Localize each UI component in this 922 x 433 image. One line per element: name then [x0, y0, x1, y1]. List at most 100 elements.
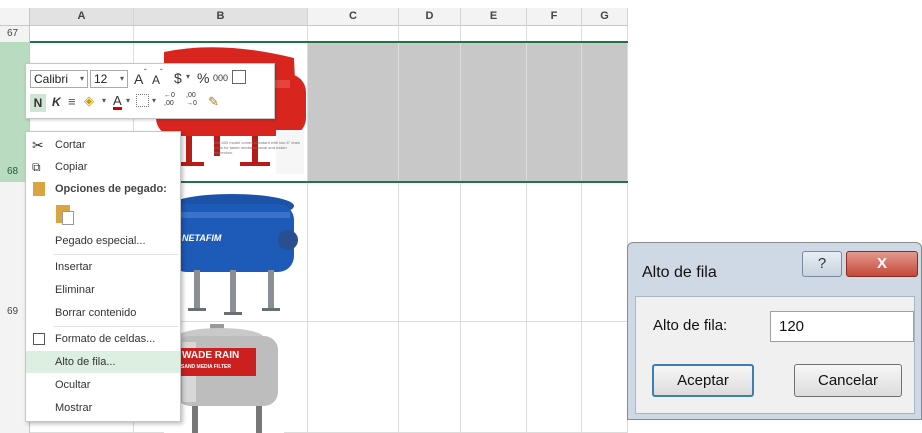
menu-item-paste-options-label: Opciones de pegado:: [55, 183, 167, 195]
paste-option-button[interactable]: [26, 202, 180, 232]
cell[interactable]: [527, 26, 582, 42]
cell-d68[interactable]: [399, 42, 461, 182]
cell[interactable]: [30, 26, 134, 42]
chevron-down-icon: ▾: [79, 74, 84, 83]
font-size-box[interactable]: 12 ▾: [90, 70, 128, 88]
cell-c70[interactable]: [308, 322, 399, 433]
column-header-f[interactable]: F: [527, 8, 582, 26]
menu-item-format-cells[interactable]: Formato de celdas...: [26, 328, 180, 350]
cell[interactable]: [399, 26, 461, 42]
cell-g70[interactable]: [582, 322, 628, 433]
context-menu: ✂ Cortar ⧉ Copiar Opciones de pegado: Pe…: [25, 131, 181, 422]
chevron-down-icon: ▾: [186, 72, 191, 81]
copy-icon: ⧉: [32, 160, 41, 174]
format-painter-icon[interactable]: ✎: [208, 94, 219, 110]
menu-item-copy-label: Copiar: [55, 161, 88, 173]
column-header-g[interactable]: G: [582, 8, 628, 26]
row-height-input[interactable]: 120: [770, 311, 914, 342]
menu-item-clear-contents[interactable]: Borrar contenido: [26, 302, 180, 324]
increase-decimal-button[interactable]: ←0 ,00: [164, 92, 175, 108]
menu-item-hide[interactable]: Ocultar: [26, 374, 180, 396]
row-header-67[interactable]: 67: [0, 26, 30, 42]
cell-c69[interactable]: [308, 182, 399, 322]
row-height-dialog: Alto de fila ? X Alto de fila: 120 Acept…: [627, 242, 922, 420]
borders-icon[interactable]: [136, 94, 149, 107]
menu-item-paste-special-label: Pegado especial...: [55, 235, 146, 247]
font-name-box[interactable]: Calibri ▾: [30, 70, 88, 88]
menu-item-paste-options: Opciones de pegado:: [26, 178, 180, 200]
fill-color-icon[interactable]: ◈: [84, 93, 94, 109]
column-header-a[interactable]: A: [30, 8, 134, 26]
dialog-body: Alto de fila: 120 Aceptar Cancelar: [635, 296, 915, 414]
cell-f70[interactable]: [527, 322, 582, 433]
decrease-decimal-button[interactable]: ,00 →0: [186, 92, 197, 108]
chevron-down-icon: ▾: [102, 96, 107, 105]
selection-top-border: [30, 41, 628, 43]
menu-item-delete-label: Eliminar: [55, 284, 95, 296]
font-name-value: Calibri: [34, 72, 69, 86]
menu-item-hide-label: Ocultar: [55, 379, 91, 391]
chevron-down-icon: ▾: [126, 96, 131, 105]
menu-separator: [54, 254, 178, 255]
ok-button[interactable]: Aceptar: [652, 364, 754, 397]
netafim-filter-image[interactable]: NETAFIM: [160, 184, 306, 320]
chevron-down-icon: ▾: [152, 96, 157, 105]
menu-item-unhide[interactable]: Mostrar: [26, 397, 180, 419]
menu-item-row-height[interactable]: Alto de fila...: [26, 351, 180, 373]
cell-e70[interactable]: [461, 322, 527, 433]
bold-button[interactable]: N: [30, 94, 46, 112]
cell-d70[interactable]: [399, 322, 461, 433]
select-all-corner[interactable]: [0, 8, 30, 26]
menu-item-unhide-label: Mostrar: [55, 402, 93, 414]
help-button[interactable]: ?: [802, 251, 842, 277]
column-header-d[interactable]: D: [399, 8, 461, 26]
wade-rain-filter-image[interactable]: WADE RAIN SAND MEDIA FILTER: [164, 324, 284, 433]
cell-e68[interactable]: [461, 42, 527, 182]
wade-rain-filter-drawing: [164, 324, 284, 433]
netafim-filter-drawing: [160, 184, 306, 320]
cancel-button[interactable]: Cancelar: [794, 364, 902, 397]
wade-rain-subtitle: SAND MEDIA FILTER: [181, 364, 231, 370]
cell-d69[interactable]: [399, 182, 461, 322]
column-header-e[interactable]: E: [461, 8, 527, 26]
menu-item-copy[interactable]: ⧉ Copiar: [26, 156, 180, 178]
dialog-title: Alto de fila: [642, 264, 717, 281]
cell[interactable]: [134, 26, 308, 42]
cell[interactable]: [461, 26, 527, 42]
menu-item-clear-contents-label: Borrar contenido: [55, 307, 137, 319]
chevron-down-icon: ▾: [119, 74, 124, 83]
percent-button[interactable]: %: [197, 70, 209, 86]
cell[interactable]: [582, 26, 628, 42]
cell-f68[interactable]: [527, 42, 582, 182]
close-button[interactable]: X: [846, 251, 918, 277]
italic-button[interactable]: K: [52, 95, 61, 109]
mini-toolbar: Calibri ▾ 12 ▾ A ˆ A ˇ $ ▾ % 000 N K ≡ ◈ ▾…: [25, 63, 275, 119]
grow-font-caret-icon: ˆ: [144, 68, 147, 77]
cell-f69[interactable]: [527, 182, 582, 322]
grow-font-button[interactable]: A: [134, 71, 143, 87]
cell-e69[interactable]: [461, 182, 527, 322]
cell-c68[interactable]: [308, 42, 399, 182]
menu-item-paste-special[interactable]: Pegado especial...: [26, 230, 180, 252]
wade-rain-logo-text: WADE RAIN: [182, 350, 240, 361]
menu-item-cut[interactable]: ✂ Cortar: [26, 134, 180, 156]
column-header-b[interactable]: B: [134, 8, 308, 26]
font-color-button[interactable]: A: [113, 94, 122, 110]
shrink-font-button[interactable]: A: [152, 73, 160, 87]
menu-item-format-cells-label: Formato de celdas...: [55, 333, 156, 345]
thousands-button[interactable]: 000: [213, 73, 228, 83]
row-header-68-label: 68: [7, 166, 19, 177]
align-center-icon[interactable]: ≡: [68, 94, 76, 109]
cell-g68[interactable]: [582, 42, 628, 182]
scissors-icon: ✂: [32, 137, 44, 153]
menu-item-insert[interactable]: Insertar: [26, 256, 180, 278]
column-header-c[interactable]: C: [308, 8, 399, 26]
format-cells-icon: [33, 333, 45, 345]
format-table-icon[interactable]: [232, 70, 246, 84]
menu-item-delete[interactable]: Eliminar: [26, 279, 180, 301]
cell-g69[interactable]: [582, 182, 628, 322]
currency-button[interactable]: $: [174, 70, 182, 86]
menu-item-insert-label: Insertar: [55, 261, 93, 273]
row-height-label: Alto de fila:: [653, 317, 728, 334]
cell[interactable]: [308, 26, 399, 42]
